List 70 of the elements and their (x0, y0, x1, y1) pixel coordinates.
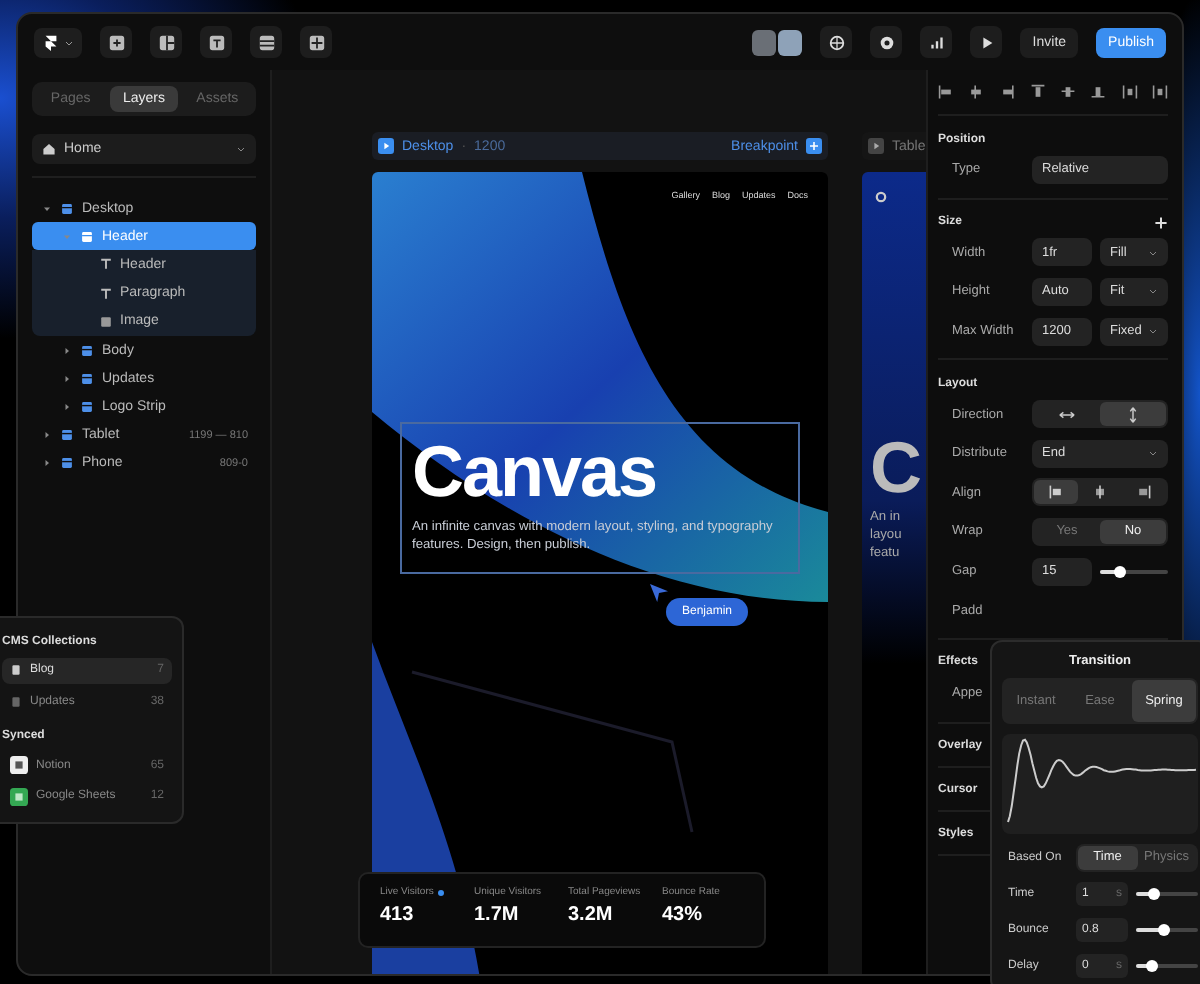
frame-icon (80, 229, 94, 244)
align-right-icon (1136, 484, 1152, 501)
analytics-icon (927, 33, 946, 51)
play-frame-icon (378, 138, 394, 154)
align-center-icon (1092, 484, 1108, 501)
slider-thumb[interactable] (1145, 959, 1158, 971)
layout-icon (157, 33, 175, 51)
globe-icon (827, 33, 846, 51)
add-breakpoint-button[interactable] (806, 138, 822, 154)
frame-icon (80, 343, 94, 358)
text-button[interactable] (200, 26, 232, 58)
cms-button[interactable] (250, 26, 282, 58)
analytics-button[interactable] (920, 26, 953, 58)
logo-icon (42, 33, 60, 51)
avatar[interactable] (778, 29, 803, 55)
play-frame-icon (868, 138, 884, 154)
layout-button[interactable] (150, 26, 182, 58)
insert-icon (107, 33, 125, 51)
align-icon (1090, 84, 1107, 100)
frame-icon (60, 201, 74, 216)
play-icon (977, 33, 996, 51)
text-icon (100, 287, 112, 300)
image-icon (100, 315, 112, 328)
text-icon (100, 258, 112, 271)
stat-value: 43% (662, 904, 705, 926)
align-icon (938, 84, 954, 100)
frame-icon (60, 428, 74, 443)
align-icon (1151, 84, 1168, 100)
vertical-arrows-icon (1124, 405, 1142, 424)
align-left-icon (1048, 484, 1064, 501)
database-icon (10, 664, 22, 677)
logo-menu-button[interactable] (34, 27, 82, 57)
stat-value: 3.2M (568, 904, 615, 926)
frame-icon (80, 399, 94, 414)
slider[interactable] (1100, 569, 1168, 574)
play-button[interactable] (970, 26, 1003, 58)
components-icon (307, 33, 325, 51)
insert-button[interactable] (100, 26, 132, 58)
segment-button[interactable] (1034, 480, 1078, 505)
slider-thumb[interactable] (1114, 565, 1127, 578)
align-icon (968, 84, 985, 100)
align-icon (1060, 84, 1077, 100)
cms-icon (257, 33, 275, 51)
stat-value: 1.7M (474, 904, 521, 926)
plus-icon (806, 138, 822, 154)
align-icon (999, 84, 1016, 100)
segment-button[interactable] (1100, 402, 1166, 427)
frame-icon (60, 456, 74, 471)
text-icon (207, 33, 225, 51)
record-button[interactable] (870, 26, 903, 58)
sheets-icon (10, 787, 28, 806)
database-icon (10, 695, 22, 708)
slider-thumb[interactable] (1157, 923, 1170, 935)
components-button[interactable] (300, 26, 332, 58)
stat-value: 413 (380, 904, 416, 926)
frame-icon (80, 371, 94, 386)
live-dot (437, 889, 444, 895)
notion-icon (10, 756, 28, 775)
plus-icon (1154, 215, 1168, 230)
hero-heading: C (870, 428, 920, 508)
align-icon (1029, 84, 1046, 100)
avatar[interactable] (752, 29, 777, 55)
logo-ring-icon (874, 190, 888, 204)
slider-thumb[interactable] (1148, 887, 1161, 899)
add-button[interactable] (1154, 215, 1168, 230)
globe-button[interactable] (820, 26, 853, 58)
record-icon (877, 33, 896, 51)
cursor-arrow-icon (650, 584, 668, 602)
home-icon (42, 142, 56, 156)
align-icon (1121, 84, 1138, 100)
